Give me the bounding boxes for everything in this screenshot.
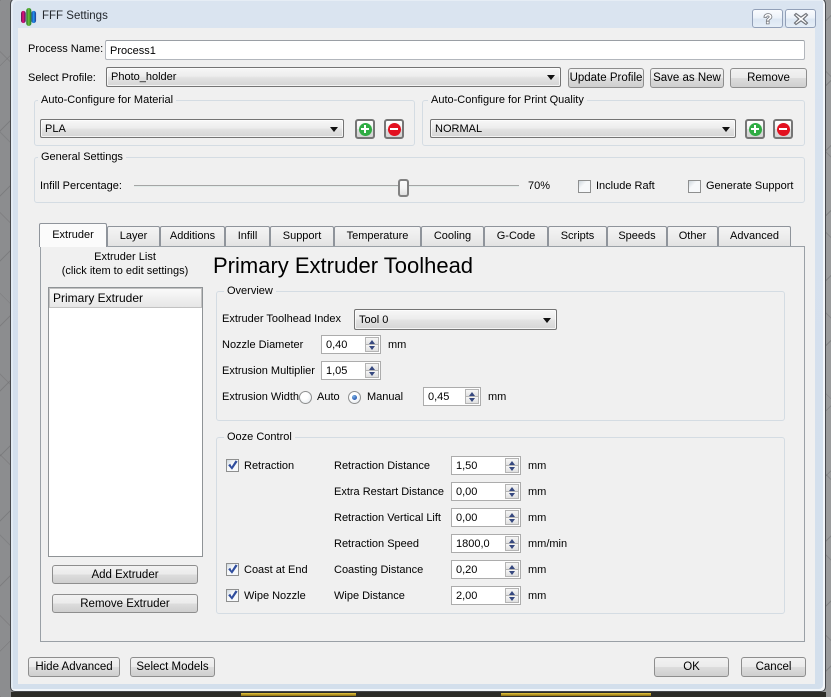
svg-text:?: ? bbox=[763, 11, 772, 26]
